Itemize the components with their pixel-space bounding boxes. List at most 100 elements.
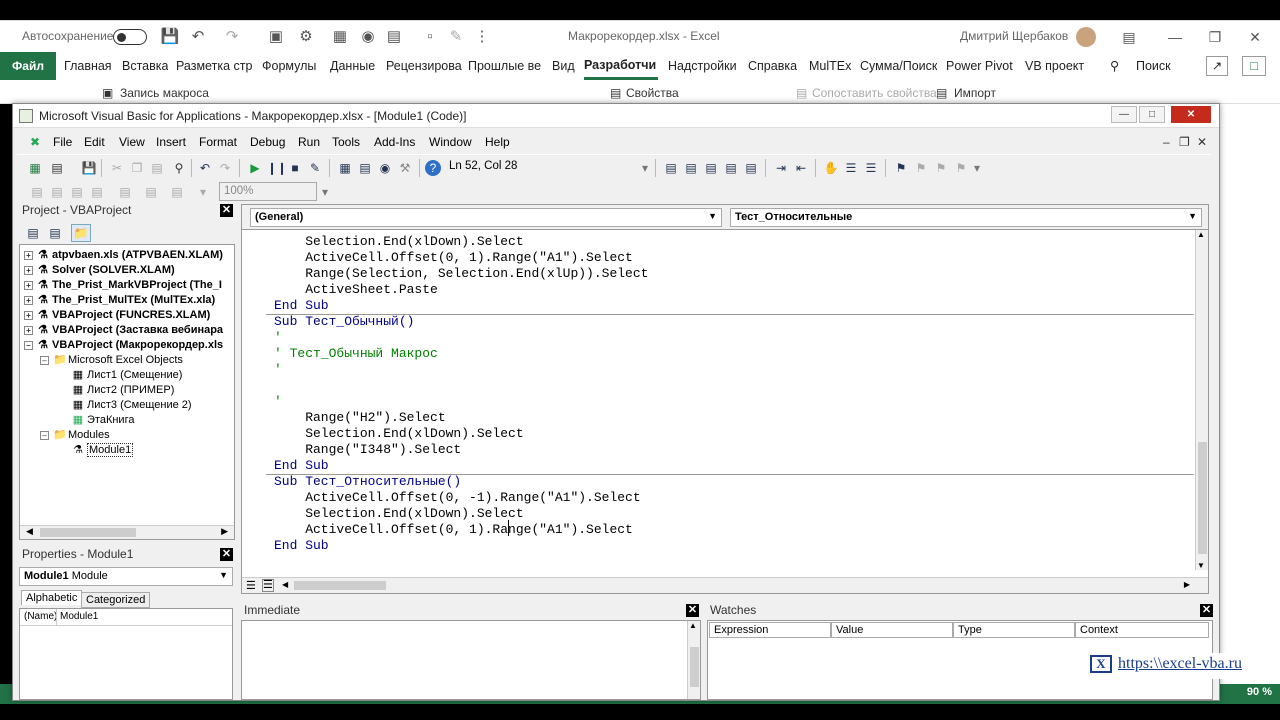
undo-icon[interactable]: ↶ <box>197 160 213 176</box>
save-icon[interactable]: 💾 <box>160 27 180 47</box>
toolbar-grip-icon-2[interactable]: ▾ <box>973 160 981 176</box>
tab-home[interactable]: Главная <box>64 52 112 80</box>
watch-col-context[interactable]: Context <box>1075 622 1209 638</box>
menu-view[interactable]: View <box>119 135 145 149</box>
tree-node[interactable]: ▦ Лист3 (Смещение 2) <box>72 399 192 411</box>
object-browser-icon[interactable]: ◉ <box>377 160 393 176</box>
qat-more-icon[interactable]: ⋮ <box>472 27 492 47</box>
menu-debug[interactable]: Debug <box>250 135 285 149</box>
comments-icon[interactable]: □ <box>1242 56 1266 76</box>
clear-bookmarks-icon[interactable]: ⚑ <box>953 160 969 176</box>
help-icon[interactable]: ? <box>425 160 441 176</box>
tree-node[interactable]: + ⚗ atpvbaen.xls (ATPVBAEN.XLAM) <box>24 249 223 261</box>
vbe-maximize-button[interactable]: □ <box>1139 106 1165 123</box>
mdi-restore-icon[interactable]: ❐ <box>1179 135 1190 149</box>
properties-window-icon[interactable]: ▤ <box>357 160 373 176</box>
avatar[interactable] <box>1076 27 1096 47</box>
watch-col-expression[interactable]: Expression <box>709 622 831 638</box>
scroll-left-icon[interactable]: ◀ <box>26 526 33 537</box>
full-module-view-icon[interactable]: ☰ <box>262 579 274 592</box>
import-icon[interactable]: ▤ <box>936 86 947 100</box>
tree-node[interactable]: ▦ ЭтаКнига <box>72 414 135 426</box>
view-excel-icon[interactable]: ▦ <box>27 160 43 176</box>
view-code-icon[interactable]: ▤ <box>25 225 41 241</box>
tree-node[interactable]: – ⚗ VBAProject (Макрорекордер.xls <box>24 339 223 351</box>
paste-icon[interactable]: ▤ <box>149 160 165 176</box>
menu-file[interactable]: File <box>53 135 72 149</box>
mdi-minimize-icon[interactable]: – <box>1163 135 1170 149</box>
outdent-icon[interactable]: ⇤ <box>793 160 809 176</box>
tab-past[interactable]: Прошлые ве <box>468 52 544 80</box>
scroll-right-icon[interactable]: ▶ <box>1184 580 1190 589</box>
param-info-icon[interactable]: ▤ <box>723 160 739 176</box>
menu-tools[interactable]: Tools <box>332 135 360 149</box>
record-macro-icon[interactable]: ▣ <box>102 86 113 100</box>
redo-icon[interactable]: ↷ <box>222 27 242 47</box>
tree-node[interactable]: + ⚗ The_Prist_MarkVBProject (The_I <box>24 279 222 291</box>
tab-multex[interactable]: MulTEx <box>809 52 851 80</box>
toggle-breakpoint-icon[interactable]: ✋ <box>823 160 839 176</box>
list-consts-icon[interactable]: ▤ <box>683 160 699 176</box>
scroll-thumb[interactable] <box>294 581 386 590</box>
qat-icon-5[interactable]: ▫ <box>420 27 440 47</box>
tab-formulas[interactable]: Формулы <box>262 52 316 80</box>
tab-view[interactable]: Вид <box>552 52 575 80</box>
uncomment-block-icon[interactable]: ☰ <box>863 160 879 176</box>
menu-insert[interactable]: Insert <box>156 135 186 149</box>
record-macro-button[interactable]: Запись макроса <box>120 86 209 100</box>
share-icon[interactable]: ↗ <box>1206 56 1228 76</box>
tree-node[interactable]: + ⚗ Solver (SOLVER.XLAM) <box>24 264 175 276</box>
scroll-left-icon[interactable]: ◀ <box>282 580 288 589</box>
comment-block-icon[interactable]: ☰ <box>843 160 859 176</box>
watch-col-value[interactable]: Value <box>831 622 953 638</box>
watches-close-icon[interactable]: ✕ <box>1200 604 1213 617</box>
find-icon[interactable]: ⚲ <box>171 160 187 176</box>
next-bookmark-icon[interactable]: ⚑ <box>913 160 929 176</box>
redo-icon[interactable]: ↷ <box>217 160 233 176</box>
scroll-down-icon[interactable]: ▼ <box>1197 561 1205 570</box>
quick-info-icon[interactable]: ▤ <box>703 160 719 176</box>
toolbar-grip-icon[interactable]: ▾ <box>641 160 649 176</box>
menu-window[interactable]: Window <box>429 135 472 149</box>
minimize-icon[interactable]: — <box>1160 27 1190 47</box>
project-hscroll[interactable]: ◀ ▶ <box>20 525 234 539</box>
vbe-minimize-button[interactable]: — <box>1111 106 1137 123</box>
tab-developer[interactable]: Разработчи <box>584 52 658 80</box>
tab-insert[interactable]: Вставка <box>122 52 168 80</box>
scroll-thumb[interactable] <box>1198 442 1207 554</box>
qat-icon-2[interactable]: ⚙ <box>296 27 316 47</box>
bookmark-icon[interactable]: ⚑ <box>893 160 909 176</box>
tree-node[interactable]: + ⚗ The_Prist_MulTEx (MulTEx.xla) <box>24 294 215 306</box>
cut-icon[interactable]: ✂ <box>109 160 125 176</box>
tree-node[interactable]: – 📁Microsoft Excel Objects <box>40 354 183 366</box>
menu-run[interactable]: Run <box>298 135 320 149</box>
excel-zoom-level[interactable]: 90 % <box>1247 686 1272 698</box>
procedure-combo[interactable]: Тест_Относительные ▼ <box>730 208 1202 227</box>
restore-icon[interactable]: ❐ <box>1200 27 1230 47</box>
autosave-toggle[interactable] <box>113 29 147 45</box>
scroll-up-icon[interactable]: ▲ <box>1197 230 1205 239</box>
tab-categorized[interactable]: Categorized <box>81 592 151 608</box>
tab-vb-project[interactable]: VB проект <box>1025 52 1084 80</box>
prev-bookmark-icon[interactable]: ⚑ <box>933 160 949 176</box>
procedure-view-icon[interactable]: ☰ <box>246 579 256 592</box>
copy-icon[interactable]: ❐ <box>129 160 145 176</box>
undo-icon[interactable]: ↶ <box>188 27 208 47</box>
indent-icon[interactable]: ⇥ <box>773 160 789 176</box>
prop-name-value[interactable]: Module1 <box>60 611 98 622</box>
project-explorer-icon[interactable]: ▦ <box>337 160 353 176</box>
ribbon-search[interactable]: Поиск <box>1136 52 1171 80</box>
menu-format[interactable]: Format <box>199 135 237 149</box>
complete-word-icon[interactable]: ▤ <box>743 160 759 176</box>
tab-sum-search[interactable]: Сумма/Поиск <box>860 52 937 80</box>
qat-icon-3[interactable]: ▦ <box>330 27 350 47</box>
zoom-select[interactable]: 100% <box>219 182 317 201</box>
code-editor[interactable]: Selection.End(xlDown).Select ActiveCell.… <box>242 230 1197 570</box>
tree-node[interactable]: ▦ Лист2 (ПРИМЕР) <box>72 384 175 396</box>
vbe-close-button[interactable]: ✕ <box>1171 106 1211 123</box>
tree-node[interactable]: + ⚗ VBAProject (Заставка вебинара <box>24 324 223 336</box>
mdi-close-icon[interactable]: ✕ <box>1197 135 1207 149</box>
object-combo[interactable]: (General) ▼ <box>250 208 722 227</box>
immediate-scroll[interactable]: ▲ <box>687 621 700 699</box>
tab-review[interactable]: Рецензирова <box>386 52 462 80</box>
